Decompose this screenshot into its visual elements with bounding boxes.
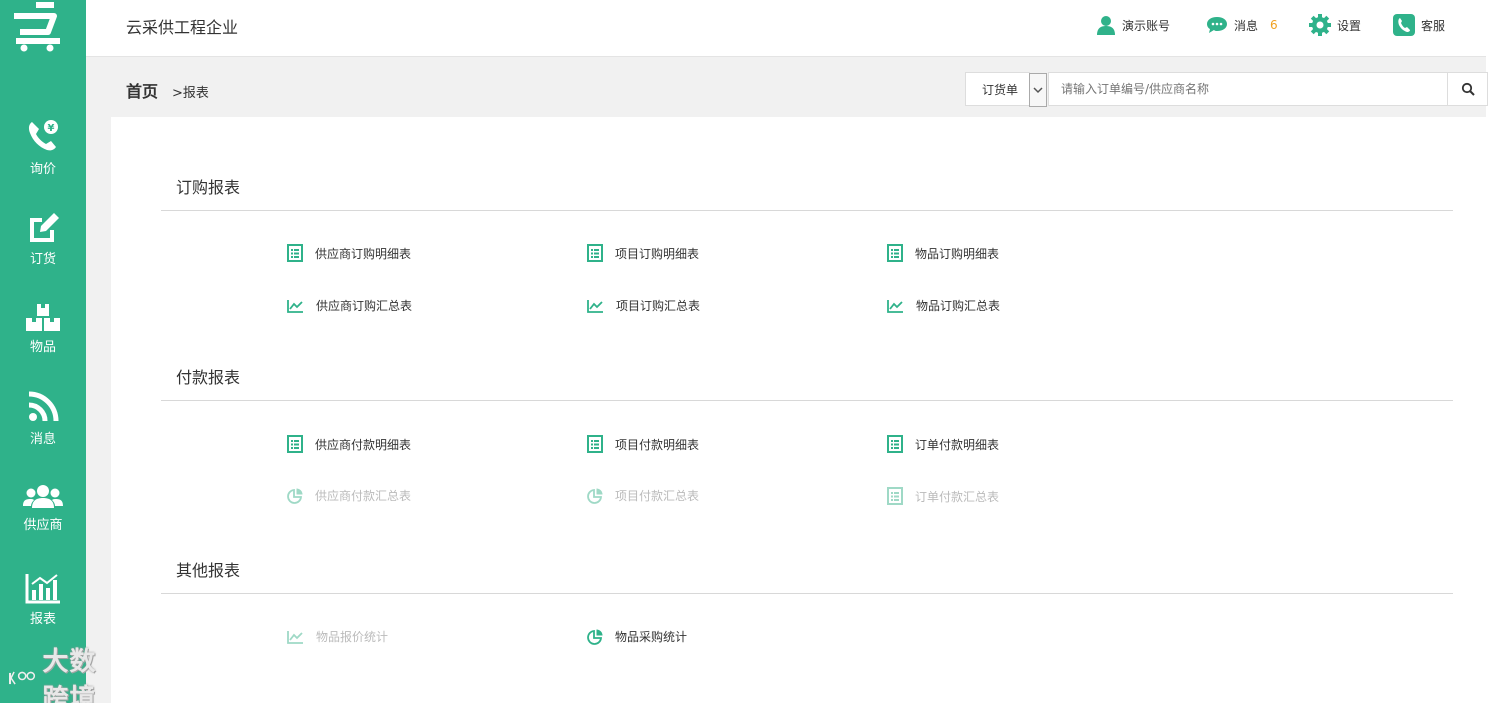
report-link-label: 物品订购汇总表: [916, 299, 1001, 313]
report-link-label: 物品报价统计: [316, 630, 389, 644]
search-input[interactable]: [1048, 72, 1448, 106]
breadcrumb-current: >报表: [172, 86, 209, 101]
report-link[interactable]: 项目付款明细表: [587, 435, 699, 453]
pie-chart-icon: [287, 488, 309, 504]
bar-chart-icon: [25, 574, 60, 604]
reports-panel: 订购报表 供应商订购明细表 项目订购明细表 物品订购明细表 供应商订购汇总表 项…: [111, 117, 1503, 703]
watermark: 大数跨境: [8, 647, 97, 703]
report-link-label: 订单付款汇总表: [915, 489, 1000, 504]
report-link[interactable]: 项目订购汇总表: [587, 297, 700, 314]
report-link-label: 供应商订购明细表: [315, 246, 412, 261]
top-header: 云采供工程企业 演示账号 消息 6 设置 客服: [86, 0, 1486, 57]
document-icon: [587, 244, 609, 262]
report-link[interactable]: 项目付款汇总表: [587, 487, 699, 504]
phone-yen-icon: ¥: [28, 120, 58, 151]
sidebar-item-inquiry[interactable]: ¥ 询价: [0, 118, 86, 198]
user-icon: [1097, 16, 1115, 35]
sidebar-item-label: 报表: [29, 612, 56, 627]
messages-count-badge: 6: [1270, 18, 1278, 32]
document-icon: [287, 244, 309, 262]
section-divider: [161, 210, 1453, 211]
report-link[interactable]: 物品订购汇总表: [887, 297, 1000, 314]
gear-icon: [1309, 14, 1331, 36]
sidebar-item-label: 供应商: [23, 518, 63, 533]
line-chart-icon: [587, 299, 610, 313]
sidebar-item-order[interactable]: 订货: [0, 210, 86, 290]
sidebar-item-goods[interactable]: 物品: [0, 302, 86, 382]
users-icon: [23, 485, 63, 508]
messages-label: 消息: [1234, 18, 1259, 33]
watermark-logo-icon: [9, 671, 36, 685]
chat-bubble-icon: [1207, 17, 1227, 33]
sidebar-item-messages[interactable]: 消息: [0, 390, 86, 470]
document-icon: [887, 487, 909, 505]
sidebar: ¥ 询价 订货 物品 消息 供应商 报表 大数跨境: [0, 0, 95, 703]
report-link[interactable]: 物品采购统计: [587, 628, 687, 645]
search-button[interactable]: [1448, 72, 1488, 106]
report-link-label: 供应商付款明细表: [315, 437, 412, 452]
section-title-order-reports: 订购报表: [176, 178, 241, 197]
search-icon: [1461, 82, 1475, 96]
sidebar-item-label: 询价: [29, 162, 56, 177]
account-label: 演示账号: [1122, 18, 1171, 33]
document-icon: [287, 435, 309, 453]
order-type-select-value: 订货单: [982, 82, 1019, 97]
chevron-down-icon: [1033, 87, 1043, 94]
sidebar-item-suppliers[interactable]: 供应商: [0, 484, 86, 564]
settings-link[interactable]: 设置: [1309, 10, 1361, 40]
breadcrumb: 首页 >报表: [126, 78, 209, 102]
company-name: 云采供工程企业: [126, 18, 239, 37]
svg-text:¥: ¥: [48, 123, 55, 134]
breadcrumb-home[interactable]: 首页: [126, 78, 158, 102]
report-link-label: 物品订购明细表: [915, 246, 1000, 261]
report-link-label: 供应商订购汇总表: [316, 299, 413, 313]
report-link[interactable]: 供应商订购明细表: [287, 244, 411, 262]
report-link-label: 供应商付款汇总表: [315, 489, 412, 503]
document-icon: [887, 244, 909, 262]
sidebar-item-reports[interactable]: 报表: [0, 572, 86, 652]
report-link[interactable]: 订单付款汇总表: [887, 487, 999, 505]
select-dropdown-button[interactable]: [1029, 73, 1047, 107]
section-title-other-reports: 其他报表: [176, 561, 241, 580]
report-link[interactable]: 订单付款明细表: [887, 435, 999, 453]
report-link-label: 项目付款明细表: [615, 437, 700, 452]
section-title-payment-reports: 付款报表: [176, 368, 241, 387]
section-divider: [161, 400, 1453, 401]
pie-chart-icon: [587, 488, 609, 504]
phone-support-icon: [1393, 14, 1415, 36]
support-link[interactable]: 客服: [1393, 10, 1445, 40]
report-link-label: 物品采购统计: [615, 630, 688, 644]
support-label: 客服: [1421, 18, 1446, 33]
cart-logo-icon[interactable]: [10, 2, 66, 52]
watermark-text: 大数跨境: [42, 647, 97, 703]
rss-icon: [28, 391, 59, 422]
line-chart-icon: [287, 299, 310, 313]
line-chart-icon: [287, 630, 310, 644]
order-type-select[interactable]: 订货单: [965, 72, 1047, 107]
edit-icon: [30, 213, 59, 242]
report-link-label: 项目订购明细表: [615, 246, 700, 261]
sidebar-item-label: 物品: [29, 340, 56, 355]
sidebar-item-label: 订货: [29, 252, 56, 267]
pie-chart-icon: [587, 629, 609, 645]
report-link-label: 订单付款明细表: [915, 437, 1000, 452]
report-link[interactable]: 物品报价统计: [287, 628, 388, 645]
section-divider: [161, 593, 1453, 594]
document-icon: [887, 435, 909, 453]
report-link[interactable]: 供应商订购汇总表: [287, 297, 412, 314]
sidebar-item-label: 消息: [29, 432, 56, 447]
report-link[interactable]: 供应商付款汇总表: [287, 487, 411, 504]
report-link-label: 项目付款汇总表: [615, 489, 700, 503]
settings-label: 设置: [1337, 18, 1362, 33]
boxes-icon: [26, 304, 60, 331]
document-icon: [587, 435, 609, 453]
report-link-label: 项目订购汇总表: [616, 299, 701, 313]
report-link[interactable]: 物品订购明细表: [887, 244, 999, 262]
search-bar: 订货单: [965, 72, 1488, 107]
messages-link[interactable]: 消息 6: [1206, 10, 1278, 40]
report-link[interactable]: 项目订购明细表: [587, 244, 699, 262]
line-chart-icon: [887, 299, 910, 313]
report-link[interactable]: 供应商付款明细表: [287, 435, 411, 453]
account-link[interactable]: 演示账号: [1096, 10, 1170, 40]
